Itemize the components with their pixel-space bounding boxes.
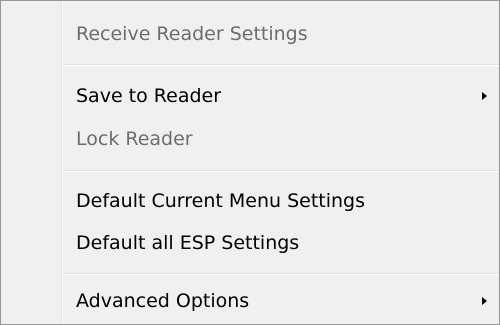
menu-item-lock-reader[interactable]: Lock Reader xyxy=(63,115,499,163)
menu-item-advanced-options[interactable]: Advanced Options xyxy=(63,277,499,325)
chevron-right-icon xyxy=(482,297,487,305)
menu-item-default-all-esp-settings[interactable]: Default all ESP Settings xyxy=(63,219,499,267)
menu-item-label: Save to Reader xyxy=(76,85,222,107)
menu-item-default-current-menu-settings[interactable]: Default Current Menu Settings xyxy=(63,177,499,225)
menu-item-save-to-reader[interactable]: Save to Reader xyxy=(63,72,499,120)
menu-separator xyxy=(63,170,499,172)
menu-separator xyxy=(63,64,499,66)
context-menu: Receive Reader Settings Save to Reader L… xyxy=(0,0,500,325)
chevron-right-icon xyxy=(482,92,487,100)
menu-item-label: Default Current Menu Settings xyxy=(76,190,365,212)
menu-separator xyxy=(63,273,499,275)
menu-item-label: Default all ESP Settings xyxy=(76,232,300,254)
menu-item-label: Advanced Options xyxy=(76,290,250,312)
menu-item-label: Receive Reader Settings xyxy=(76,23,308,45)
menu-item-receive-reader-settings[interactable]: Receive Reader Settings xyxy=(63,10,499,58)
icon-gutter xyxy=(1,1,61,324)
menu-item-label: Lock Reader xyxy=(76,128,193,150)
